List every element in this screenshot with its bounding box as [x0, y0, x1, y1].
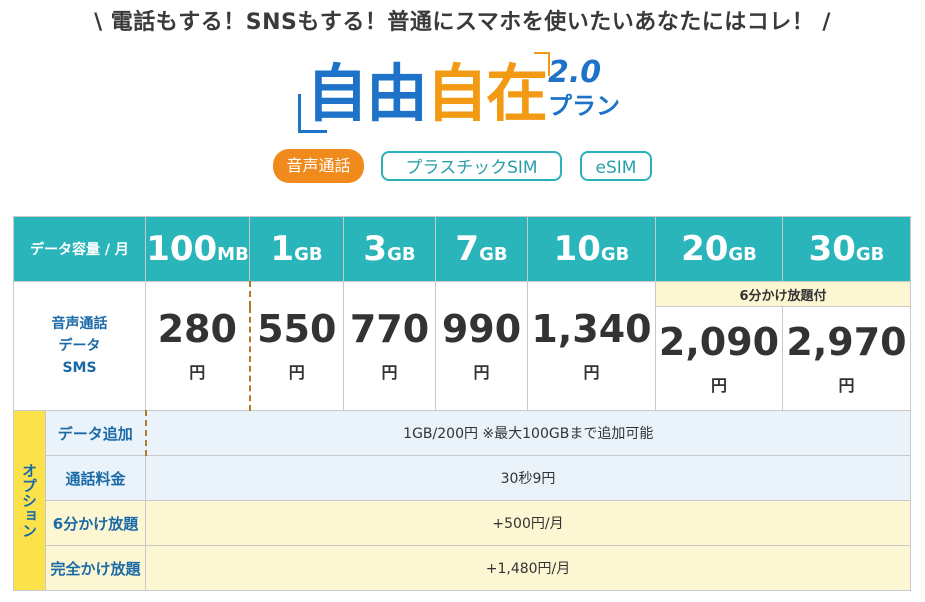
option-value-full-unlimited: +1,480円/月 — [145, 545, 911, 591]
plan-price-table: データ容量 / 月 100MB 1GB 3GB 7GB 10GB 20GB 30… — [13, 216, 911, 591]
chip-voice-call: 音声通話 — [273, 149, 364, 183]
option-label-data-add: データ追加 — [45, 410, 146, 456]
price-7gb: 990 円 — [435, 281, 528, 411]
logo-plan-label: プラン — [548, 92, 620, 120]
option-label-full-unlimited: 完全かけ放題 — [45, 545, 146, 591]
logo-word-b: 自在 — [426, 57, 548, 130]
header-data-capacity: データ容量 / 月 — [13, 216, 146, 282]
header-plan-1gb: 1GB — [249, 216, 344, 282]
header-plan-7gb: 7GB — [435, 216, 528, 282]
tagline: \ 電話もする！SNSもする！普通にスマホを使いたいあなたにはコレ！ / — [94, 10, 831, 35]
header-plan-10gb: 10GB — [527, 216, 656, 282]
price-100mb: 280 円 — [145, 281, 250, 411]
option-value-6min-unlimited: +500円/月 — [145, 500, 911, 546]
option-value-data-add: 1GB/200円 ※最大100GBまで追加可能 — [144, 410, 911, 456]
row-label-voice-data-sms: 音声通話 データ SMS — [13, 281, 146, 411]
price-10gb: 1,340 円 — [527, 281, 656, 411]
option-value-call-fee: 30秒9円 — [145, 455, 911, 501]
plan-logo: 自由自在 2.0 プラン — [296, 48, 636, 138]
option-label-call-fee: 通話料金 — [45, 455, 146, 501]
note-6min-call-included: 6分かけ放題付 — [655, 281, 911, 307]
option-label-6min-unlimited: 6分かけ放題 — [45, 500, 146, 546]
price-30gb: 2,970 円 — [782, 306, 911, 411]
options-side-label: オプション — [13, 410, 46, 591]
logo-title: 自由自在 — [306, 54, 548, 134]
price-1gb: 550 円 — [248, 281, 344, 411]
price-3gb: 770 円 — [343, 281, 436, 411]
chip-plastic-sim: プラスチックSIM — [381, 151, 562, 181]
chip-esim: eSIM — [580, 151, 652, 181]
header-plan-100mb: 100MB — [145, 216, 250, 282]
feature-chips: 音声通話 プラスチックSIM eSIM — [0, 149, 925, 185]
price-20gb: 2,090 円 — [655, 306, 783, 411]
header-plan-30gb: 30GB — [782, 216, 911, 282]
logo-word-a: 自由 — [306, 57, 428, 130]
logo-version: 2.0 — [548, 55, 602, 90]
header-plan-3gb: 3GB — [343, 216, 436, 282]
header-plan-20gb: 20GB — [655, 216, 783, 282]
